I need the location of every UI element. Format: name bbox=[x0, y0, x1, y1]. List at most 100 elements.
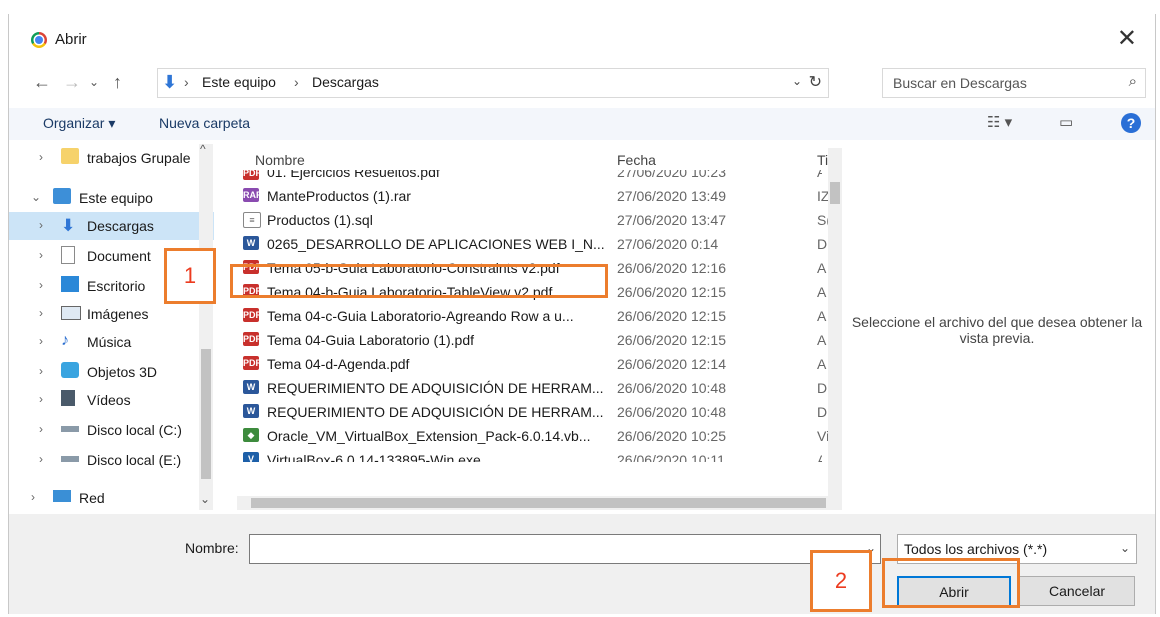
file-row[interactable]: W 0265_DESARROLLO DE APLICACIONES WEB I_… bbox=[237, 232, 827, 256]
expand-chevron-icon[interactable]: › bbox=[39, 248, 43, 262]
videos-icon bbox=[61, 390, 75, 406]
file-row[interactable]: RAR ManteProductos (1).rar 27/06/2020 13… bbox=[237, 184, 829, 208]
cancel-button[interactable]: Cancelar bbox=[1019, 576, 1135, 606]
horizontal-scroll-thumb[interactable] bbox=[251, 498, 826, 508]
help-icon[interactable]: ? bbox=[1121, 113, 1141, 133]
scroll-up-icon[interactable]: ^ bbox=[200, 142, 206, 156]
view-options-icon[interactable]: ☷ ▾ bbox=[987, 113, 1012, 131]
nav-item-videos[interactable]: › Vídeos bbox=[9, 386, 214, 414]
downloads-icon: ⬇ bbox=[162, 72, 178, 92]
computer-icon bbox=[53, 188, 71, 204]
file-row[interactable]: ≡ Productos (1).sql 27/06/2020 13:47 S( bbox=[237, 208, 831, 232]
search-placeholder: Buscar en Descargas bbox=[893, 75, 1027, 91]
command-toolbar: Organizar ▾ Nueva carpeta ☷ ▾ ▭ ? bbox=[9, 108, 1155, 140]
expand-chevron-icon[interactable]: › bbox=[39, 452, 43, 466]
address-bar[interactable]: ⬇ › Este equipo › Descargas ⌄ ↻ bbox=[157, 68, 829, 98]
address-dropdown-icon[interactable]: ⌄ bbox=[792, 74, 802, 88]
expand-chevron-icon[interactable]: › bbox=[39, 278, 43, 292]
file-row[interactable]: ◆ Oracle_VM_VirtualBox_Extension_Pack-6.… bbox=[237, 424, 829, 448]
nav-item-disco-c[interactable]: › Disco local (C:) bbox=[9, 416, 214, 444]
nav-item-label: Música bbox=[87, 334, 132, 350]
downloads-icon: ⬇ bbox=[61, 216, 76, 235]
file-row[interactable]: PDF Tema 04-d-Agenda.pdf 26/06/2020 12:1… bbox=[237, 352, 826, 376]
forward-arrow-icon[interactable]: → bbox=[63, 72, 81, 93]
close-icon[interactable]: ✕ bbox=[1117, 24, 1137, 53]
file-list-horizontal-scrollbar[interactable] bbox=[237, 496, 842, 510]
nav-item-descargas[interactable]: › ⬇ Descargas bbox=[9, 212, 214, 240]
collapse-chevron-icon[interactable]: ⌄ bbox=[31, 190, 41, 204]
file-type: A bbox=[817, 260, 827, 276]
expand-chevron-icon[interactable]: › bbox=[39, 306, 43, 320]
file-type: D bbox=[817, 380, 828, 396]
breadcrumb-descargas[interactable]: Descargas bbox=[312, 74, 379, 90]
column-header-date[interactable]: Fecha bbox=[617, 152, 656, 168]
file-date: 26/06/2020 10:48 bbox=[617, 380, 726, 396]
breadcrumb-este-equipo[interactable]: Este equipo bbox=[202, 74, 276, 90]
pdf-icon: PDF bbox=[243, 170, 261, 180]
drive-icon bbox=[61, 456, 79, 462]
expand-chevron-icon[interactable]: › bbox=[39, 218, 43, 232]
filename-label: Nombre: bbox=[185, 540, 239, 556]
file-name: Tema 04-Guia Laboratorio (1).pdf bbox=[267, 332, 474, 348]
expand-chevron-icon[interactable]: › bbox=[39, 150, 43, 164]
organize-button[interactable]: Organizar ▾ bbox=[43, 115, 115, 132]
network-icon bbox=[53, 490, 71, 502]
breadcrumb-separator-icon: › bbox=[294, 74, 299, 90]
file-row[interactable]: PDF Tema 04-Guia Laboratorio (1).pdf 26/… bbox=[237, 328, 826, 352]
nav-item-label: Descargas bbox=[87, 218, 154, 234]
nav-item-musica[interactable]: › ♪ Música bbox=[9, 328, 214, 356]
file-list-vertical-scrollbar[interactable] bbox=[828, 148, 842, 498]
column-header-type[interactable]: Ti bbox=[817, 152, 828, 168]
recent-locations-chevron-icon[interactable]: ⌄ bbox=[89, 75, 99, 89]
preview-pane-icon[interactable]: ▭ bbox=[1059, 113, 1073, 131]
preview-message: Seleccione el archivo del que desea obte… bbox=[851, 314, 1143, 346]
scroll-down-icon[interactable]: ⌄ bbox=[200, 492, 210, 506]
file-row[interactable]: W REQUERIMIENTO DE ADQUISICIÓN DE HERRAM… bbox=[237, 376, 827, 400]
nav-item-label: Escritorio bbox=[87, 278, 146, 294]
pdf-icon: PDF bbox=[243, 356, 261, 370]
file-type: D bbox=[817, 404, 828, 420]
nav-scrollbar[interactable]: ^ ⌄ bbox=[199, 142, 213, 510]
pdf-icon: PDF bbox=[243, 308, 261, 322]
file-type-filter-value: Todos los archivos (*.*) bbox=[904, 541, 1048, 557]
nav-item-este-equipo[interactable]: ⌄ Este equipo bbox=[9, 184, 214, 212]
drive-icon bbox=[61, 426, 79, 432]
documents-icon bbox=[61, 246, 75, 264]
address-bar-row: ← → ⌄ ↑ ⬇ › Este equipo › Descargas ⌄ ↻ … bbox=[9, 66, 1155, 100]
file-date: 26/06/2020 12:15 bbox=[617, 332, 726, 348]
vertical-scroll-thumb[interactable] bbox=[830, 182, 840, 204]
file-name: 01. Ejercicios Resueltos.pdf bbox=[267, 170, 440, 180]
nav-item-objetos-3d[interactable]: › Objetos 3D bbox=[9, 358, 214, 386]
nav-item-disco-e[interactable]: › Disco local (E:) bbox=[9, 446, 214, 474]
search-icon[interactable]: ⌕ bbox=[1129, 73, 1137, 90]
expand-chevron-icon[interactable]: › bbox=[31, 490, 35, 504]
file-row[interactable]: V VirtualBox-6.0.14-133895-Win.exe 26/06… bbox=[237, 448, 822, 462]
file-name: 0265_DESARROLLO DE APLICACIONES WEB I_N.… bbox=[267, 236, 605, 252]
chevron-down-icon[interactable]: ⌄ bbox=[1120, 541, 1130, 555]
nav-item-trabajos-grupales[interactable]: › trabajos Grupale bbox=[9, 144, 214, 172]
new-folder-button[interactable]: Nueva carpeta bbox=[159, 115, 250, 131]
highlight-selected-file bbox=[230, 264, 608, 298]
file-date: 27/06/2020 0:14 bbox=[617, 236, 719, 252]
up-arrow-icon[interactable]: ↑ bbox=[113, 72, 122, 93]
nav-item-imagenes[interactable]: › Imágenes bbox=[9, 300, 214, 328]
filename-input[interactable]: ⌄ bbox=[249, 534, 881, 564]
file-row[interactable]: PDF Tema 04-c-Guia Laboratorio-Agreando … bbox=[237, 304, 826, 328]
back-arrow-icon[interactable]: ← bbox=[33, 72, 51, 93]
expand-chevron-icon[interactable]: › bbox=[39, 334, 43, 348]
search-input[interactable]: Buscar en Descargas ⌕ bbox=[882, 68, 1146, 98]
navigation-pane: › trabajos Grupale ⌄ Este equipo › ⬇ Des… bbox=[9, 142, 214, 512]
file-date: 26/06/2020 12:14 bbox=[617, 356, 726, 372]
nav-item-red[interactable]: › Red bbox=[9, 484, 214, 512]
expand-chevron-icon[interactable]: › bbox=[39, 364, 43, 378]
file-name: Oracle_VM_VirtualBox_Extension_Pack-6.0.… bbox=[267, 428, 591, 444]
file-row[interactable]: W REQUERIMIENTO DE ADQUISICIÓN DE HERRAM… bbox=[237, 400, 827, 424]
expand-chevron-icon[interactable]: › bbox=[39, 422, 43, 436]
file-name: REQUERIMIENTO DE ADQUISICIÓN DE HERRAM..… bbox=[267, 404, 604, 420]
file-row[interactable]: PDF 01. Ejercicios Resueltos.pdf 27/06/2… bbox=[237, 170, 822, 184]
nav-scroll-thumb[interactable] bbox=[201, 349, 211, 479]
column-header-name[interactable]: Nombre bbox=[255, 152, 305, 168]
refresh-icon[interactable]: ↻ bbox=[809, 72, 822, 92]
expand-chevron-icon[interactable]: › bbox=[39, 392, 43, 406]
file-date: 26/06/2020 10:48 bbox=[617, 404, 726, 420]
